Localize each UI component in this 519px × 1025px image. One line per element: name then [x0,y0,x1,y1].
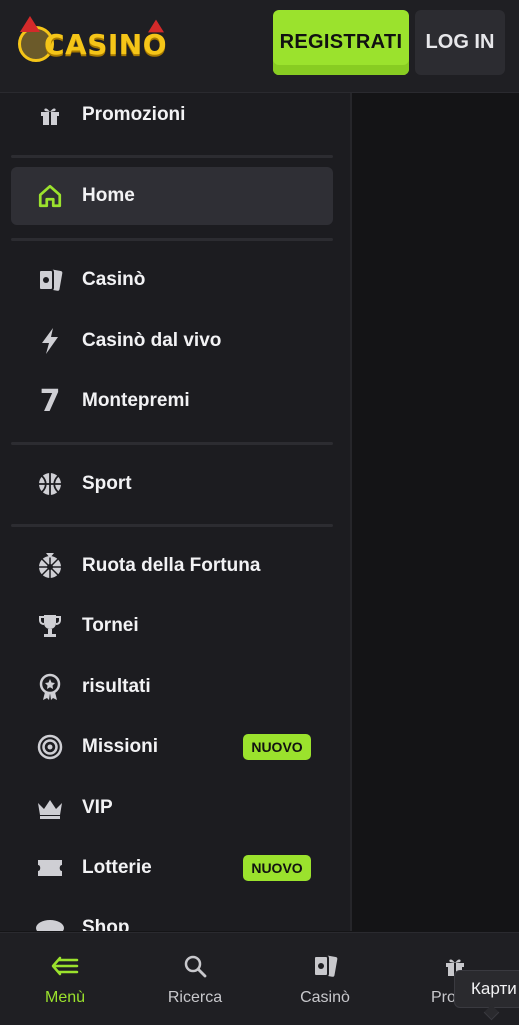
casino-logo[interactable]: CASINO [18,16,188,68]
cards-icon [275,949,375,983]
nav-label: Menù [44,989,86,1006]
santa-hat-icon [20,16,40,32]
nav-search[interactable]: Ricerca [145,949,245,1007]
new-badge: NUOVO [243,734,311,760]
sidebar-item-ruota-della-fortuna[interactable]: Ruota della Fortuna [11,537,333,595]
sidebar-item-label: VIP [82,797,113,818]
sidebar-item-casino-dal-vivo[interactable]: Casinò dal vivo [11,312,333,370]
tooltip: Карти [454,970,519,1008]
sidebar-item-montepremi[interactable]: 7 Montepremi [11,372,333,430]
medal-icon [35,672,65,702]
new-badge: NUOVO [243,855,311,881]
target-icon [35,732,65,762]
sidebar-item-label: Shop [82,917,130,931]
sidebar-item-missioni[interactable]: Missioni NUOVO [11,718,333,776]
wheel-icon [35,551,65,581]
trophy-icon [35,611,65,641]
gift-icon [35,100,65,130]
shop-icon [35,913,65,931]
nav-label: Casinò [300,989,350,1006]
sidebar-menu: Promozioni Home Casinò Casinò dal vivo 7… [0,93,352,931]
register-button[interactable]: REGISTRATI [273,10,409,75]
divider [11,524,333,527]
nav-label: Ricerca [167,989,223,1006]
sidebar-item-vip[interactable]: VIP [11,779,333,837]
sidebar-item-lotterie[interactable]: Lotterie NUOVO [11,839,333,897]
sidebar-item-shop[interactable]: Shop [11,899,333,931]
bottom-navigation: Menù Ricerca Casinò Pro [0,932,519,1025]
home-icon [35,181,65,211]
sidebar-item-label: Home [82,185,135,206]
lightning-icon [35,326,65,356]
sidebar-item-label: Casinò [82,269,146,290]
menu-back-icon [15,949,115,983]
sidebar-item-casino[interactable]: Casinò [11,251,333,309]
sidebar-item-label: Casinò dal vivo [82,330,222,351]
sidebar-item-label: Missioni [82,736,159,757]
ticket-icon [35,853,65,883]
sidebar-item-label: Lotterie [82,857,152,878]
sidebar-item-label: Tornei [82,615,139,636]
santa-hat-icon [148,19,164,33]
sidebar-item-label: Montepremi [82,390,190,411]
basketball-icon [35,469,65,499]
sidebar-item-label: risultati [82,676,151,697]
sidebar-item-tornei[interactable]: Tornei [11,597,333,655]
crown-icon [35,793,65,823]
cards-icon [35,265,65,295]
sidebar-item-sport[interactable]: Sport [11,455,333,513]
seven-icon: 7 [39,383,61,419]
divider [11,238,333,241]
login-button[interactable]: LOG IN [415,10,505,75]
sidebar-item-label: Sport [82,473,132,494]
divider [11,155,333,158]
header: CASINO REGISTRATI LOG IN [0,0,519,93]
sidebar-item-label: Ruota della Fortuna [82,555,261,576]
search-icon [145,949,245,983]
logo-text: CASINO [44,28,168,61]
sidebar-item-home[interactable]: Home [11,167,333,225]
sidebar-item-label: Promozioni [82,104,186,125]
sidebar-item-risultati[interactable]: risultati [11,658,333,716]
sidebar-item-promozioni[interactable]: Promozioni [11,93,333,144]
nav-menu[interactable]: Menù [15,949,115,1007]
divider [11,442,333,445]
nav-casino[interactable]: Casinò [275,949,375,1007]
